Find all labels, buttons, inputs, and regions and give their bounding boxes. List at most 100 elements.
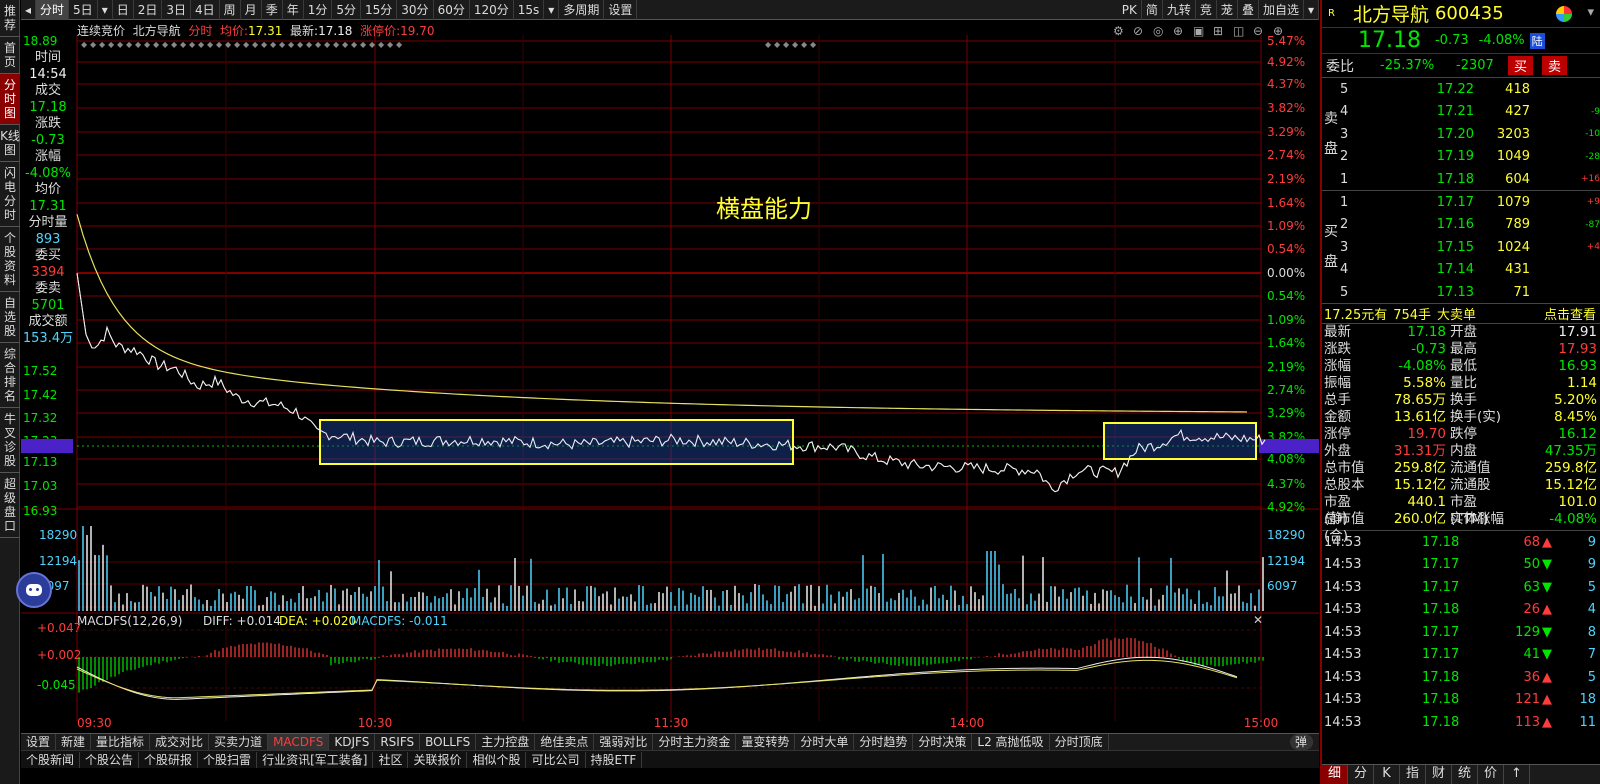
big-order-row[interactable]: 17.25元有 754手 大卖单 点击查看 <box>1322 304 1600 324</box>
indicator-tab[interactable]: KDJFS <box>329 734 376 750</box>
period-tab[interactable]: 多周期 <box>559 0 605 20</box>
info-tab[interactable]: 个股研报 <box>139 751 199 768</box>
indicator-tab[interactable]: 量变转势 <box>736 734 796 750</box>
quote-tab[interactable]: 价 <box>1478 765 1504 784</box>
tick-time: 14:53 <box>1324 534 1362 550</box>
period-tab[interactable]: 15分 <box>361 0 398 20</box>
event-marker: ◆ <box>117 40 124 49</box>
quote-tab[interactable]: 指 <box>1400 765 1426 784</box>
info-tab[interactable]: 社区 <box>373 751 409 768</box>
info-tab[interactable]: 个股扫雷 <box>198 751 258 768</box>
period-tab[interactable]: 5分 <box>332 0 361 20</box>
quote-tab[interactable]: 财 <box>1426 765 1452 784</box>
info-tab[interactable]: 行业资讯[军工装备] <box>257 751 374 768</box>
indicator-tab[interactable]: 量比指标 <box>91 734 151 750</box>
toolbar-right-item[interactable]: 九转 <box>1163 0 1196 20</box>
indicator-tab[interactable]: MACDFS <box>268 734 330 750</box>
stat-row: 总市值(合) 260.0亿 实体涨幅 -4.08% <box>1322 511 1600 544</box>
quote-tab[interactable]: 分 <box>1348 765 1374 784</box>
period-tab[interactable]: 3日 <box>162 0 192 20</box>
info-tab[interactable]: 可比公司 <box>526 751 586 768</box>
quote-tab[interactable]: ↑ <box>1504 765 1530 784</box>
period-tab[interactable]: 2日 <box>134 0 163 20</box>
leftnav-tab[interactable]: 牛叉诊股 <box>0 408 20 473</box>
vol-axis-label-right: 6097 <box>1267 579 1298 593</box>
info-tab[interactable]: 关联报价 <box>408 751 468 768</box>
sell-button[interactable]: 卖 <box>1542 56 1568 75</box>
info-tab[interactable]: 个股公告 <box>80 751 140 768</box>
info-label: 成交额 <box>28 314 68 329</box>
period-tab[interactable]: 5日 <box>69 0 98 20</box>
dropdown-icon[interactable]: ▾ <box>1587 5 1594 20</box>
period-tab[interactable]: 30分 <box>397 0 434 20</box>
period-tab[interactable]: 年 <box>283 0 304 20</box>
pie-icon[interactable] <box>1556 6 1572 22</box>
order-price: 17.13 <box>1436 284 1474 300</box>
stat-key: 涨停 <box>1324 426 1351 442</box>
toggle-button[interactable]: 弹 <box>1289 734 1313 750</box>
big-order-link[interactable]: 点击查看 <box>1544 304 1596 323</box>
indicator-tab[interactable]: 强弱对比 <box>594 734 654 750</box>
tick-count: 5 <box>1587 669 1596 685</box>
quote-tab[interactable]: K <box>1374 765 1400 784</box>
toolbar-right-item[interactable]: 竞 <box>1196 0 1217 20</box>
period-tab[interactable]: 设置 <box>604 0 638 20</box>
toolbar-right-item[interactable]: 加自选 <box>1259 0 1304 20</box>
period-tab[interactable]: 4日 <box>191 0 220 20</box>
chart-info-bar: 连续竞价 北方导航 分时 均价:17.31 最新:17.18 涨停价:19.70 <box>77 22 434 39</box>
leftnav-tab[interactable]: 个股资料 <box>0 227 20 292</box>
leftnav-tab[interactable]: 超级盘口 <box>0 473 20 538</box>
quote-panel: R 北方导航 600435 ▾ 17.18 -0.73 -4.08% 陆 委比 … <box>1320 0 1600 784</box>
period-tab[interactable]: 月 <box>241 0 262 20</box>
period-tab[interactable]: 周 <box>220 0 241 20</box>
indicator-tab[interactable]: 分时决策 <box>913 734 973 750</box>
leftnav-tab[interactable]: 闪电分时 <box>0 162 20 227</box>
indicator-tab[interactable]: 主力控盘 <box>476 734 536 750</box>
period-tab[interactable]: 1分 <box>304 0 333 20</box>
period-tab[interactable]: ▾ <box>98 0 113 20</box>
period-tab[interactable]: 分时 <box>36 0 70 20</box>
tick-list: 14:53 17.18 68 ▲ 9 14:53 17.17 50 ▼ 9 14:53 17.17 63… <box>1322 531 1600 734</box>
indicator-tab[interactable]: 设置 <box>21 734 57 750</box>
period-tab[interactable]: 15s <box>514 0 545 20</box>
info-tab[interactable]: 相似个股 <box>467 751 527 768</box>
period-tab[interactable]: 季 <box>262 0 283 20</box>
stat-value: 15.12亿 <box>1544 477 1597 493</box>
leftnav-tab[interactable]: 自选股 <box>0 292 20 343</box>
period-tab[interactable]: ▾ <box>544 0 560 20</box>
indicator-tab[interactable]: 分时趋势 <box>854 734 914 750</box>
leftnav-tab[interactable]: 综合排名 <box>0 343 20 408</box>
indicator-tab[interactable]: L2 高抛低吸 <box>972 734 1050 750</box>
indicator-tab[interactable]: 分时大单 <box>795 734 855 750</box>
leftnav-tab[interactable]: 推荐 <box>0 0 20 37</box>
stat-row: 涨停 19.70 跌停 16.12 <box>1322 426 1600 443</box>
indicator-tab[interactable]: RSIFS <box>375 734 421 750</box>
toolbar-right-item[interactable]: 简 <box>1142 0 1163 20</box>
toolbar-right-item[interactable]: 叠 <box>1238 0 1259 20</box>
toolbar-right-item[interactable]: ▾ <box>1304 0 1319 20</box>
assistant-robot-icon[interactable] <box>16 572 52 608</box>
indicator-tab[interactable]: 新建 <box>56 734 92 750</box>
indicator-tab[interactable]: 绝佳卖点 <box>535 734 595 750</box>
indicator-tab[interactable]: 成交对比 <box>150 734 210 750</box>
info-tab[interactable]: 持股ETF <box>586 751 643 768</box>
indicator-tab[interactable]: 分时顶底 <box>1050 734 1109 750</box>
leftnav-tab[interactable]: 首页 <box>0 37 20 74</box>
event-marker: ◆ <box>189 40 196 49</box>
period-tab[interactable]: 60分 <box>434 0 470 20</box>
indicator-tab[interactable]: 买卖力道 <box>209 734 269 750</box>
indicator-tab[interactable]: BOLLFS <box>420 734 477 750</box>
quote-tab[interactable]: 细 <box>1322 765 1348 784</box>
period-tab[interactable]: ◂ <box>21 0 37 20</box>
toolbar-right-item[interactable]: 茏 <box>1217 0 1238 20</box>
period-tab[interactable]: 日 <box>113 0 134 20</box>
buy-button[interactable]: 买 <box>1508 56 1534 75</box>
indicator-tab[interactable]: 分时主力资金 <box>653 734 737 750</box>
info-tab[interactable]: 个股新闻 <box>21 751 81 768</box>
quote-tab[interactable]: 统 <box>1452 765 1478 784</box>
tick-price: 17.18 <box>1422 669 1460 685</box>
period-tab[interactable]: 120分 <box>470 0 514 20</box>
toolbar-right-item[interactable]: PK <box>1118 0 1142 20</box>
leftnav-tab[interactable]: K线图 <box>0 125 20 162</box>
leftnav-tab[interactable]: 分时图 <box>0 74 20 125</box>
